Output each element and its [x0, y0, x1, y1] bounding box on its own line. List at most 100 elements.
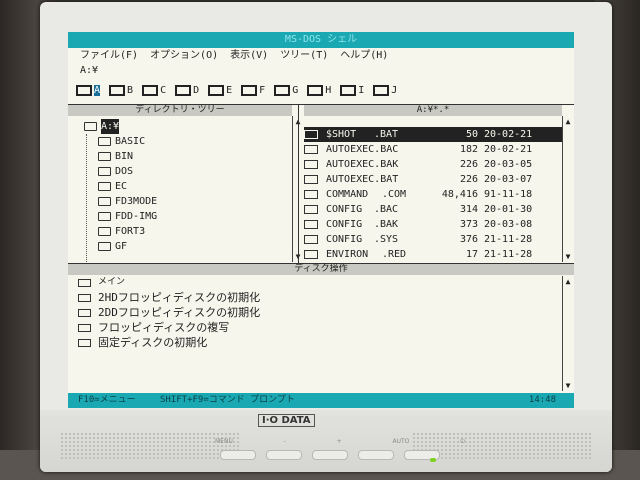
file-row[interactable]: AUTOEXEC.BAT 226 20-03-07: [304, 172, 562, 187]
tree-item-label: FORT3: [115, 226, 146, 237]
drive-e[interactable]: E: [208, 78, 232, 96]
menu-bar: ファイル(F) オプション(O) 表示(V) ツリー(T) ヘルプ(H): [68, 48, 574, 64]
file-basename: AUTOEXEC: [326, 159, 375, 170]
file-icon: [304, 250, 318, 259]
drive-letter: D: [193, 85, 200, 96]
folder-icon: [98, 152, 111, 161]
drive-a[interactable]: A: [76, 78, 101, 96]
drive-icon: [373, 85, 390, 96]
tree-item-label: FD3MODE: [115, 196, 158, 207]
file-ext: .COM: [382, 189, 407, 200]
file-basename: AUTOEXEC: [326, 144, 375, 155]
disk-ops-header: ディスク操作: [68, 264, 574, 275]
file-size: 182: [459, 144, 478, 155]
file-date: 91-11-18: [484, 189, 533, 200]
menu-tree[interactable]: ツリー(T): [280, 48, 328, 64]
disk-op-item[interactable]: 2DDフロッピィディスクの初期化: [78, 305, 260, 320]
status-time: 14:48: [528, 395, 556, 405]
tree-item[interactable]: EC: [98, 179, 127, 194]
file-icon: [304, 145, 318, 154]
tree-item[interactable]: GF: [98, 239, 127, 254]
file-row[interactable]: AUTOEXEC.BAK 226 20-03-05: [304, 157, 562, 172]
file-row[interactable]: CONFIG .BAK 373 20-03-08: [304, 217, 562, 232]
file-list-scrollbar[interactable]: ▲ ▼: [562, 116, 573, 262]
monitor-btn-label: -: [283, 438, 286, 445]
drive-icon: [208, 85, 225, 96]
scroll-down-icon[interactable]: ▼: [564, 252, 572, 261]
monitor-plus-button[interactable]: [312, 450, 348, 460]
file-icon: [304, 130, 318, 139]
drive-bar: A B C D E F G H I J: [76, 78, 516, 98]
file-basename: CONFIG: [326, 219, 363, 230]
drive-icon: [307, 85, 324, 96]
file-basename: ENVIRON: [326, 249, 369, 260]
folder-icon: [98, 137, 111, 146]
file-size: 373: [459, 219, 478, 230]
file-name: CONFIG .SYS: [326, 232, 398, 247]
file-size: 48,416: [441, 189, 478, 200]
disk-ops-panel: メイン 2HDフロッピィディスクの初期化 2DDフロッピィディスクの初期化 フロ…: [68, 275, 574, 390]
disk-op-item[interactable]: 固定ディスクの初期化: [78, 335, 207, 350]
scroll-down-icon[interactable]: ▼: [564, 381, 572, 390]
drive-letter: B: [127, 85, 134, 96]
menu-options[interactable]: オプション(O): [150, 48, 218, 64]
tree-item-label: BIN: [115, 151, 134, 162]
menu-help[interactable]: ヘルプ(H): [340, 48, 388, 64]
file-name: $SHOT .BAT: [326, 127, 398, 142]
file-ext: .BAT: [374, 174, 399, 185]
file-row[interactable]: ENVIRON .RED 17 21-11-28: [304, 247, 562, 262]
monitor-auto-button[interactable]: [358, 450, 394, 460]
drive-i[interactable]: I: [340, 78, 364, 96]
scroll-up-icon[interactable]: ▲: [564, 277, 572, 286]
drive-d[interactable]: D: [175, 78, 199, 96]
disk-ops-scrollbar[interactable]: ▲ ▼: [562, 276, 573, 391]
drive-h[interactable]: H: [307, 78, 331, 96]
disk-op-label: 2DDフロッピィディスクの初期化: [98, 306, 261, 319]
file-name: CONFIG .BAK: [326, 217, 398, 232]
file-row[interactable]: AUTOEXEC.BAC 182 20-02-21: [304, 142, 562, 157]
program-icon: [78, 293, 91, 302]
menu-view[interactable]: 表示(V): [230, 48, 268, 64]
disk-op-item[interactable]: フロッピィディスクの複写: [78, 320, 229, 335]
file-name: AUTOEXEC.BAC: [326, 142, 398, 157]
file-name: AUTOEXEC.BAT: [326, 172, 398, 187]
drive-j[interactable]: J: [373, 78, 397, 96]
monitor-menu-button[interactable]: [220, 450, 256, 460]
tree-item[interactable]: BIN: [98, 149, 133, 164]
menu-file[interactable]: ファイル(F): [80, 48, 138, 64]
program-icon: [78, 323, 91, 332]
status-shift-f9: SHIFT+F9=コマンド プロンプト: [160, 395, 295, 405]
drive-g[interactable]: G: [274, 78, 298, 96]
monitor-button-labels: MENU - + AUTO ⏻: [215, 438, 465, 446]
file-basename: COMMAND: [326, 189, 369, 200]
file-ext: .BAT: [374, 129, 399, 140]
file-icon: [304, 190, 318, 199]
tree-branch-line: [86, 134, 88, 264]
disk-op-item[interactable]: 2HDフロッピィディスクの初期化: [78, 290, 260, 305]
tree-item[interactable]: FD3MODE: [98, 194, 157, 209]
drive-b[interactable]: B: [109, 78, 133, 96]
drive-c[interactable]: C: [142, 78, 166, 96]
tree-item[interactable]: FORT3: [98, 224, 145, 239]
file-row[interactable]: CONFIG .BAC 314 20-01-30: [304, 202, 562, 217]
file-row[interactable]: COMMAND .COM 48,416 91-11-18: [304, 187, 562, 202]
drive-icon: [76, 85, 92, 96]
status-f10: F10=メニュー: [78, 395, 136, 405]
tree-item-label: DOS: [115, 166, 134, 177]
file-row[interactable]: CONFIG .SYS 376 21-11-28: [304, 232, 562, 247]
drive-f[interactable]: F: [241, 78, 265, 96]
tree-item[interactable]: FDD-IMG: [98, 209, 157, 224]
folder-icon: [98, 242, 111, 251]
window-title: MS-DOS シェル: [68, 32, 574, 48]
tree-item[interactable]: BASIC: [98, 134, 145, 149]
file-row[interactable]: $SHOT .BAT 50 20-02-21: [304, 127, 562, 142]
drive-letter: H: [325, 85, 332, 96]
file-date: 21-11-28: [484, 249, 533, 260]
disk-op-item[interactable]: メイン: [78, 275, 125, 290]
drive-letter: C: [160, 85, 167, 96]
monitor-minus-button[interactable]: [266, 450, 302, 460]
tree-item[interactable]: DOS: [98, 164, 133, 179]
scroll-up-icon[interactable]: ▲: [564, 117, 572, 126]
tree-root[interactable]: A:¥: [84, 119, 120, 134]
file-ext: .SYS: [374, 234, 399, 245]
